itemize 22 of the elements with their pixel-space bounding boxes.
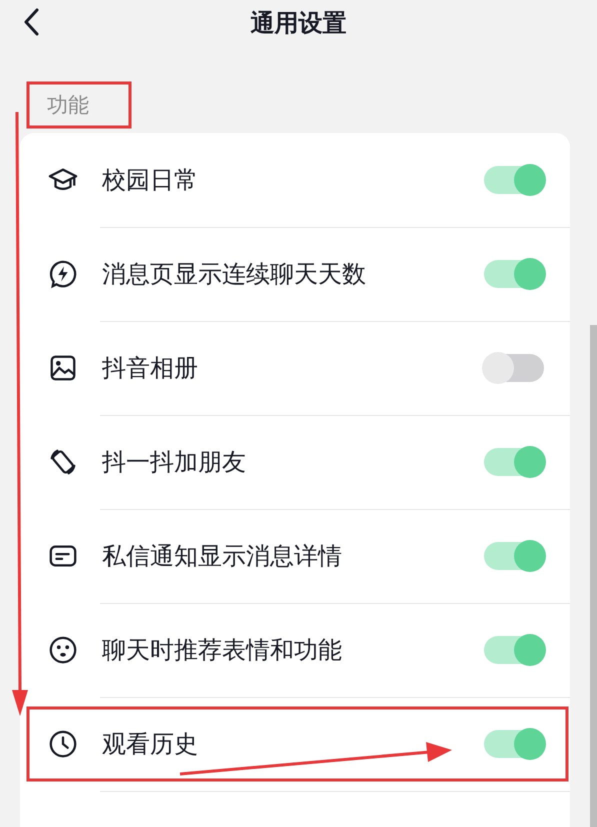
toggle-switch[interactable] xyxy=(484,448,544,476)
setting-label: 观看历史 xyxy=(102,729,198,760)
setting-label: 聊天时推荐表情和功能 xyxy=(102,635,342,666)
back-icon[interactable] xyxy=(23,8,39,36)
lightning-bubble-icon xyxy=(48,259,78,289)
clock-icon xyxy=(48,729,78,759)
toggle-switch[interactable] xyxy=(484,636,544,664)
toggle-switch[interactable] xyxy=(484,542,544,570)
section-title: 功能 xyxy=(47,92,89,119)
toggle-switch[interactable] xyxy=(484,730,544,758)
setting-label: 消息页显示连续聊天天数 xyxy=(102,259,366,290)
toggle-switch[interactable] xyxy=(484,166,544,194)
setting-label: 抖音相册 xyxy=(102,353,198,384)
toggle-switch[interactable] xyxy=(484,354,544,382)
setting-label: 私信通知显示消息详情 xyxy=(102,541,342,572)
page-title: 通用设置 xyxy=(250,8,346,39)
setting-label: 校园日常 xyxy=(102,165,198,196)
toggle-switch[interactable] xyxy=(484,260,544,288)
image-icon xyxy=(48,353,78,383)
setting-label: 抖一抖加朋友 xyxy=(102,447,246,478)
rotating-phone-icon xyxy=(48,447,78,477)
face-icon xyxy=(48,635,78,665)
